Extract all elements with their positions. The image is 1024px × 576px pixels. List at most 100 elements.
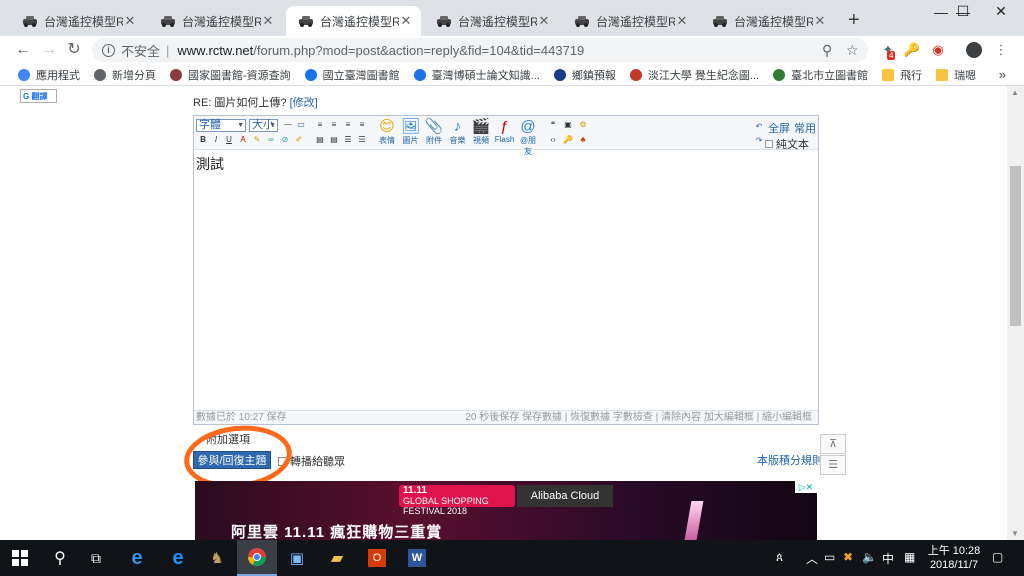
key-extension-icon[interactable]: 🔑	[903, 41, 921, 59]
bookmark-item[interactable]: 國立臺灣圖書館	[304, 67, 400, 83]
file-explorer-icon[interactable]: ▰	[317, 540, 357, 576]
bookmark-item[interactable]: 國家圖書館-資源查詢	[170, 67, 291, 83]
bookmark-item[interactable]: 瑞嗯	[936, 67, 976, 83]
scroll-down-icon[interactable]: ▼	[1011, 529, 1019, 538]
align-center-icon[interactable]: ≡	[329, 120, 339, 130]
unlink-icon[interactable]: ⊘	[280, 135, 290, 145]
info-icon[interactable]: i	[102, 43, 115, 57]
bookmark-item[interactable]: 飛行	[882, 67, 922, 83]
network-icon[interactable]: ▭	[824, 550, 835, 564]
profile-avatar[interactable]	[966, 42, 982, 58]
chrome-icon[interactable]	[237, 540, 277, 576]
close-window-button[interactable]: ✕	[978, 3, 1024, 23]
at-button[interactable]: @ @朋友	[517, 118, 539, 157]
photos-icon[interactable]: ▣	[277, 540, 317, 576]
page-scrollbar[interactable]: ▲ ▼	[1007, 86, 1024, 540]
zoom-icon[interactable]: ⚲	[822, 38, 832, 62]
windows-start-icon[interactable]	[0, 540, 40, 576]
show-hidden-icons[interactable]: ︿	[806, 550, 818, 567]
table-icon[interactable]: ▭	[296, 120, 306, 130]
emoji-button[interactable]: 😊 表情	[376, 118, 398, 146]
ad-close-icon[interactable]: ▷✕	[795, 481, 817, 493]
people-icon[interactable]: ጰ	[776, 550, 783, 565]
tab-close-icon[interactable]: ✕	[675, 13, 689, 29]
browser-tab[interactable]: 台灣遙控模型RCTW✕	[10, 6, 145, 36]
redpacket-icon[interactable]: ♣	[578, 135, 588, 145]
list-view-icon[interactable]: ☰	[820, 455, 846, 475]
bookmark-item[interactable]: 臺北市立圖書館	[773, 67, 868, 83]
bookmark-item[interactable]: 臺灣博碩士論文知識...	[413, 67, 540, 83]
alibaba-ad-banner[interactable]: 11.11 GLOBAL SHOPPING FESTIVAL 2018 Aliba…	[195, 481, 817, 540]
notification-center-icon[interactable]: ▢	[992, 550, 1003, 564]
address-bar[interactable]: i 不安全 | www.rctw.net/forum.php?mod=post&…	[92, 38, 868, 62]
back-to-top-icon[interactable]: ⊼	[820, 434, 846, 454]
justify-icon[interactable]: ≡	[357, 120, 367, 130]
password-icon[interactable]: 🔑	[563, 135, 573, 145]
extension-tray-icon[interactable]: ✖	[843, 550, 853, 564]
google-translate-widget[interactable]: G 翻譯	[20, 89, 57, 103]
browser-tab[interactable]: 台灣遙控模型RCTW✕	[562, 6, 697, 36]
internet-explorer-icon[interactable]: e	[117, 540, 157, 576]
free-icon[interactable]: ▣	[563, 120, 573, 130]
reload-icon[interactable]: ↻	[63, 39, 85, 61]
editor-textarea[interactable]: 測試	[196, 154, 224, 174]
clear-format-icon[interactable]: ✐	[294, 135, 304, 145]
horizontal-rule-icon[interactable]: —	[283, 120, 293, 130]
hide-content-icon[interactable]: ⚙	[578, 120, 588, 130]
tab-close-icon[interactable]: ✕	[123, 13, 137, 29]
search-icon[interactable]: ⚲	[40, 540, 80, 576]
redo-icon[interactable]: ↷	[754, 136, 764, 146]
bookmark-star-icon[interactable]: ☆	[846, 38, 859, 62]
align-left-icon[interactable]: ≡	[315, 120, 325, 130]
system-clock[interactable]: 上午 10:28 2018/11/7	[926, 544, 982, 572]
float-left-icon[interactable]: ▤	[315, 135, 325, 145]
record-extension-icon[interactable]: ◉	[929, 41, 947, 59]
game-app-icon[interactable]: ♞	[197, 540, 237, 576]
italic-icon[interactable]: I	[211, 135, 221, 145]
forward-icon[interactable]: →	[38, 39, 60, 61]
bookmark-item[interactable]: 淡江大學 覺生紀念圖...	[629, 67, 759, 83]
fullscreen-button[interactable]: 全屏	[768, 120, 790, 136]
word-icon[interactable]: W	[397, 540, 437, 576]
underline-icon[interactable]: U	[224, 135, 234, 145]
edit-title-link[interactable]: [修改]	[290, 97, 318, 109]
office-icon[interactable]: O	[357, 540, 397, 576]
browser-tab[interactable]: 台灣遙控模型RCTW✕	[424, 6, 559, 36]
tab-close-icon[interactable]: ✕	[399, 13, 413, 29]
size-select[interactable]: 大小 ▼	[249, 119, 278, 132]
highlight-icon[interactable]: ✎	[252, 135, 262, 145]
font-select[interactable]: 字體 ▼	[196, 119, 246, 132]
scroll-up-icon[interactable]: ▲	[1011, 88, 1019, 97]
input-mode-icon[interactable]: ▦	[904, 550, 915, 564]
bookmark-item[interactable]: 新增分頁	[94, 67, 156, 83]
menu-kebab-icon[interactable]: ⋮	[992, 41, 1010, 59]
scroll-thumb[interactable]	[1010, 166, 1021, 326]
ime-indicator[interactable]: 中	[882, 550, 894, 567]
video-button[interactable]: 🎬 視頻	[470, 118, 492, 146]
browser-tab[interactable]: 台灣遙控模型RCTW✕	[700, 6, 835, 36]
undo-icon[interactable]: ↶	[754, 122, 764, 132]
paperclip-button[interactable]: 📎 附件	[423, 118, 445, 146]
bookmark-item[interactable]: 鄉鎮預報	[553, 67, 616, 83]
ordered-list-icon[interactable]: ☰	[343, 135, 353, 145]
flash-button[interactable]: ƒ Flash	[494, 118, 516, 144]
tab-close-icon[interactable]: ✕	[813, 13, 827, 29]
code-icon[interactable]: ‹›	[548, 135, 558, 145]
browser-tab[interactable]: 台灣遙控模型RCTW✕	[148, 6, 283, 36]
volume-icon[interactable]: 🔈	[862, 550, 877, 564]
tab-close-icon[interactable]: ✕	[261, 13, 275, 29]
align-right-icon[interactable]: ≡	[343, 120, 353, 130]
board-rules-link[interactable]: 本版積分規則	[757, 452, 823, 468]
font-color-icon[interactable]: A	[238, 135, 248, 145]
tab-close-icon[interactable]: ✕	[537, 13, 551, 29]
common-tab[interactable]: 常用	[794, 120, 816, 136]
plain-text-toggle[interactable]: 純文本	[765, 136, 809, 152]
music-note-button[interactable]: ♪ 音樂	[447, 118, 469, 146]
link-icon[interactable]: ∞	[266, 135, 276, 145]
edge-icon[interactable]: e	[158, 540, 198, 576]
bookmark-item[interactable]: 應用程式	[18, 67, 80, 83]
plain-text-checkbox[interactable]	[765, 140, 773, 148]
editor-actions[interactable]: 20 秒後保存 保存數據 | 恢復數據 字數檢查 | 清除內容 加大編輯框 | …	[465, 411, 812, 424]
new-tab-button[interactable]: +	[848, 9, 860, 32]
image-button[interactable]: 🖼 圖片	[400, 118, 422, 146]
